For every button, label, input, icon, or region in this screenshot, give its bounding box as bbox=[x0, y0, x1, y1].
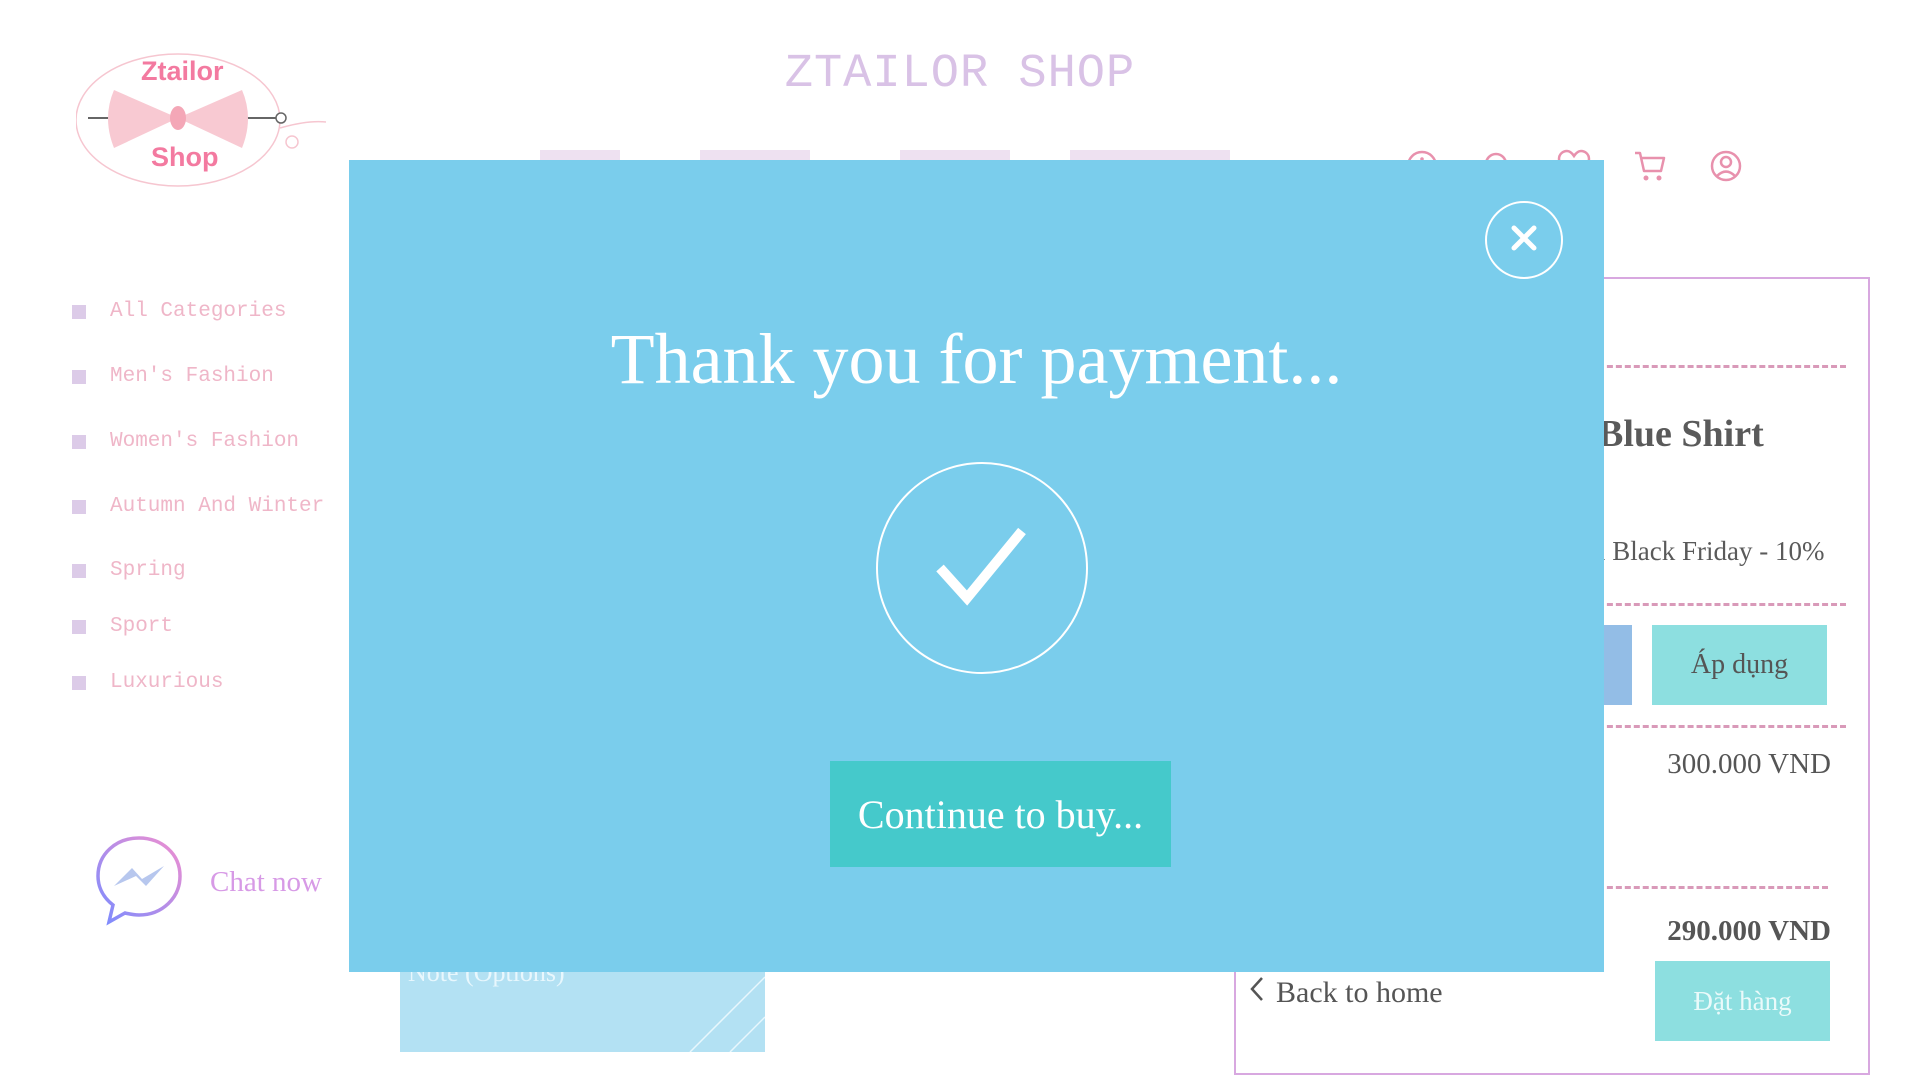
sidebar-item-autumn-winter[interactable]: Autumn And Winter bbox=[72, 495, 324, 518]
divider bbox=[1580, 603, 1846, 606]
close-modal-button[interactable] bbox=[1485, 201, 1563, 279]
cart-icon[interactable] bbox=[1628, 144, 1672, 188]
sidebar-item-label: Women's Fashion bbox=[110, 430, 300, 453]
bullet-square-icon bbox=[72, 304, 86, 319]
close-icon bbox=[1509, 223, 1539, 258]
bullet-square-icon bbox=[72, 619, 86, 634]
sidebar-item-label: Men's Fashion bbox=[110, 365, 274, 388]
messenger-icon bbox=[94, 834, 184, 931]
sidebar-item-sport[interactable]: Sport bbox=[72, 615, 173, 638]
back-to-home-label: Back to home bbox=[1276, 976, 1443, 1009]
bullet-square-icon bbox=[72, 499, 86, 514]
apply-promo-button[interactable]: Áp dụng bbox=[1652, 625, 1827, 705]
modal-title: Thank you for payment... bbox=[610, 319, 1343, 399]
divider bbox=[1580, 365, 1846, 368]
continue-to-buy-button[interactable]: Continue to buy... bbox=[830, 761, 1171, 867]
bullet-square-icon bbox=[72, 369, 86, 384]
sidebar-item-label: Spring bbox=[110, 559, 186, 582]
account-icon[interactable] bbox=[1704, 144, 1748, 188]
bullet-square-icon bbox=[72, 434, 86, 449]
promo-label: i Black Friday - 10% bbox=[1598, 536, 1825, 566]
product-name: Blue Shirt bbox=[1598, 413, 1764, 455]
sidebar-item-womens-fashion[interactable]: Women's Fashion bbox=[72, 430, 299, 453]
divider bbox=[1580, 886, 1828, 889]
back-to-home-link[interactable]: Back to home bbox=[1250, 976, 1443, 1010]
checkmark-icon bbox=[876, 462, 1088, 674]
chat-now-button[interactable]: Chat now bbox=[94, 834, 322, 931]
sidebar-item-all-categories[interactable]: All Categories bbox=[72, 300, 286, 323]
divider bbox=[1580, 725, 1846, 728]
bullet-square-icon bbox=[72, 563, 86, 578]
sidebar-item-mens-fashion[interactable]: Men's Fashion bbox=[72, 365, 274, 388]
sidebar-item-label: All Categories bbox=[110, 300, 287, 323]
logo-bottom-text: Shop bbox=[151, 142, 219, 172]
sidebar-item-label: Sport bbox=[110, 615, 174, 638]
chat-now-label: Chat now bbox=[210, 866, 322, 898]
place-order-button[interactable]: Đặt hàng bbox=[1655, 961, 1830, 1041]
bullet-square-icon bbox=[72, 675, 86, 690]
chevron-left-icon bbox=[1250, 976, 1264, 1010]
sidebar-item-label: Luxurious bbox=[110, 671, 224, 694]
shop-title: ZTAILOR SHOP bbox=[784, 48, 1136, 101]
subtotal-price: 300.000 VND bbox=[1667, 748, 1831, 780]
sidebar-item-luxurious[interactable]: Luxurious bbox=[72, 671, 223, 694]
sidebar-item-label: Autumn And Winter bbox=[110, 495, 325, 518]
payment-success-modal: Thank you for payment... Continue to buy… bbox=[349, 160, 1604, 972]
total-price: 290.000 VND bbox=[1667, 915, 1831, 947]
sidebar-item-spring[interactable]: Spring bbox=[72, 559, 186, 582]
